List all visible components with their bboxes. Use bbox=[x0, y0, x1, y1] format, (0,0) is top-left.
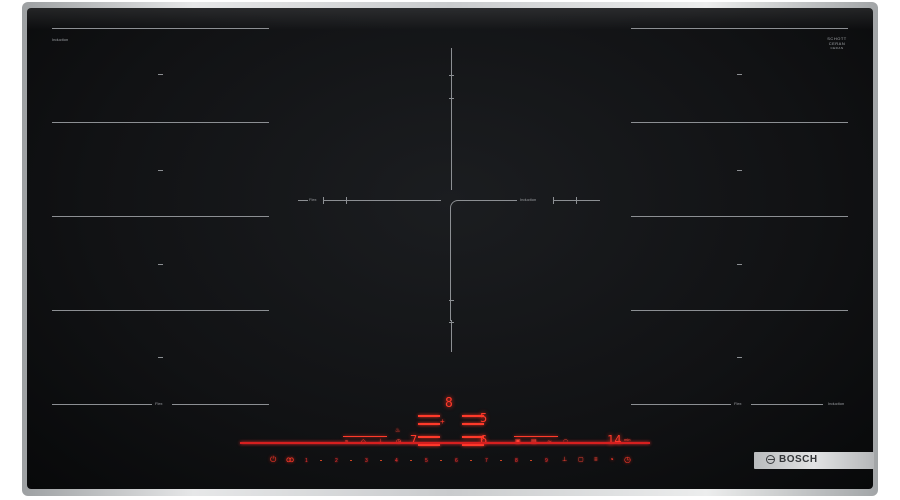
power-bar-8 bbox=[462, 444, 484, 446]
center-vertical-line-bottom bbox=[451, 320, 452, 352]
left-zone-bottom-line-b bbox=[172, 404, 269, 405]
scale-dot bbox=[350, 460, 352, 461]
right-zone-bottom-line-b bbox=[751, 404, 823, 405]
scale-8[interactable]: 8 bbox=[515, 458, 518, 464]
scale-dot bbox=[530, 460, 532, 461]
brand-plate: BOSCH bbox=[754, 452, 874, 469]
center-vertical-line-top bbox=[451, 48, 452, 190]
menu-key-icon[interactable]: ≡ bbox=[594, 457, 598, 463]
right-zone-4-mark bbox=[737, 357, 742, 358]
scale-9[interactable]: 9 bbox=[545, 458, 548, 464]
timer-display[interactable]: 14 bbox=[607, 433, 621, 447]
scale-dot bbox=[410, 460, 412, 461]
center-right-line-b bbox=[554, 200, 600, 201]
center-mark-2 bbox=[449, 98, 454, 99]
center-corner-line bbox=[450, 200, 465, 321]
glass-reflection bbox=[27, 8, 873, 30]
model-text: Induction bbox=[52, 37, 69, 42]
left-indicator-line bbox=[343, 436, 387, 437]
left-zone-1-mark bbox=[158, 74, 163, 75]
glass-maker-line3: CERAN bbox=[830, 46, 844, 50]
right-zone-3-mark bbox=[737, 264, 742, 265]
power-level-left-b[interactable]: 7 bbox=[410, 433, 417, 447]
center-mark-1 bbox=[449, 75, 454, 76]
right-indicator-line bbox=[514, 436, 558, 437]
child-lock-icon[interactable]: ꝏ bbox=[286, 456, 294, 464]
left-zone-divider-2 bbox=[52, 216, 269, 217]
right-zone-divider-2 bbox=[631, 216, 848, 217]
scale-1[interactable]: 1 bbox=[305, 458, 308, 464]
left-zone-divider-1 bbox=[52, 122, 269, 123]
scale-dot bbox=[440, 460, 442, 461]
left-zone-divider-3 bbox=[52, 310, 269, 311]
right-zone-divider-3 bbox=[631, 310, 848, 311]
left-zone-flex-label: Flex bbox=[155, 401, 163, 406]
stopwatch-key-icon[interactable]: ◷ bbox=[624, 456, 631, 464]
right-zone-flex-label: Flex bbox=[734, 401, 742, 406]
scale-3[interactable]: 3 bbox=[365, 458, 368, 464]
scale-5[interactable]: 5 bbox=[425, 458, 428, 464]
center-left-line-a bbox=[298, 200, 308, 201]
scale-7[interactable]: 7 bbox=[485, 458, 488, 464]
scale-dot bbox=[500, 460, 502, 461]
scale-6[interactable]: 6 bbox=[455, 458, 458, 464]
center-induction-label: Induction bbox=[520, 197, 537, 202]
left-zone-2-mark bbox=[158, 170, 163, 171]
right-zone-top-line bbox=[631, 28, 848, 29]
timer-key-icon[interactable]: ◔ bbox=[609, 456, 614, 464]
power-bar-7 bbox=[418, 444, 440, 446]
center-left-line-b bbox=[324, 200, 441, 201]
scale-dot bbox=[470, 460, 472, 461]
left-zone-3-mark bbox=[158, 264, 163, 265]
right-zone-bottom-line-a bbox=[631, 404, 731, 405]
fry-sensor-icon[interactable]: ♨ bbox=[395, 428, 400, 434]
boost-key-icon[interactable]: ⊥ bbox=[562, 457, 567, 463]
scale-4[interactable]: 4 bbox=[395, 458, 398, 464]
slider-control-strip[interactable] bbox=[240, 442, 650, 444]
right-zone-induction-label: Induction bbox=[828, 401, 845, 406]
left-zone-bottom-line-a bbox=[52, 404, 152, 405]
center-left-flex-label: Flex bbox=[309, 197, 317, 202]
right-zone-2-mark bbox=[737, 170, 742, 171]
scale-2[interactable]: 2 bbox=[335, 458, 338, 464]
power-icon[interactable]: ⏻ bbox=[270, 456, 276, 464]
power-bar-4 bbox=[462, 423, 484, 425]
wipe-key-icon[interactable]: ▢ bbox=[578, 457, 584, 463]
left-zone-top-line bbox=[52, 28, 269, 29]
scale-dot bbox=[320, 460, 322, 461]
center-right-line-a bbox=[462, 200, 517, 201]
glass-maker-logo: SCHOTT CERAN CERAN bbox=[822, 36, 852, 51]
move-icon[interactable]: + bbox=[440, 418, 445, 426]
power-bar-1 bbox=[418, 415, 440, 417]
left-zone-4-mark bbox=[158, 357, 163, 358]
power-level-top-display[interactable]: 8 bbox=[445, 396, 453, 411]
power-bar-5 bbox=[418, 436, 440, 438]
right-zone-1-mark bbox=[737, 74, 742, 75]
power-bar-3 bbox=[418, 423, 440, 425]
bosch-logo-icon bbox=[766, 455, 775, 464]
right-zone-divider-1 bbox=[631, 122, 848, 123]
brand-name: BOSCH bbox=[779, 454, 818, 465]
scale-dot bbox=[380, 460, 382, 461]
center-mark-3 bbox=[449, 300, 454, 301]
